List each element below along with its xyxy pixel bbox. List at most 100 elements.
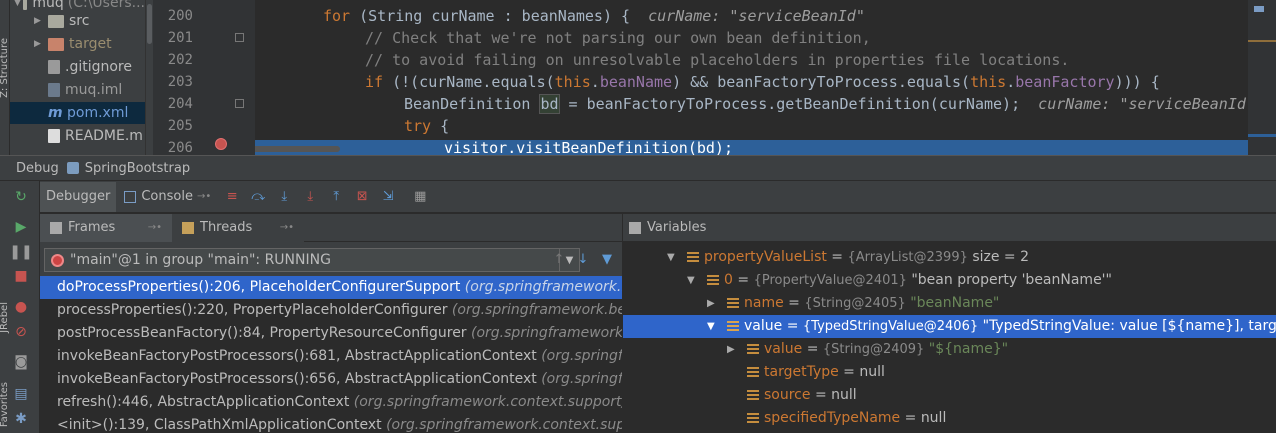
frame-row[interactable]: refresh():446, AbstractApplicationContex…: [40, 391, 622, 414]
chevron-right-icon[interactable]: ▶: [34, 39, 46, 49]
variables-icon: [629, 221, 641, 234]
frame-row[interactable]: invokeBeanFactoryPostProcessors():681, A…: [40, 345, 622, 368]
fold-marker-icon[interactable]: [235, 33, 244, 42]
pin-icon[interactable]: →•: [197, 191, 211, 202]
field-icon: [687, 252, 699, 263]
chevron-down-icon[interactable]: ▼: [667, 246, 679, 269]
previous-frame-icon[interactable]: ↑: [552, 252, 566, 267]
chevron-down-icon[interactable]: ▼: [14, 0, 21, 8]
mute-breakpoints-icon[interactable]: ⊘: [12, 323, 30, 341]
code-line-200: for (String curName : beanNames) { curNa…: [323, 7, 865, 25]
variable-row[interactable]: ▼ propertyValueList = {ArrayList@2399} s…: [623, 246, 1276, 269]
line-number: 202: [167, 52, 193, 68]
chevron-right-icon[interactable]: ▶: [34, 16, 46, 26]
layout-icon[interactable]: ▤: [12, 385, 30, 403]
chevron-down-icon[interactable]: ▼: [687, 269, 699, 292]
editor-error-stripe[interactable]: [1248, 0, 1276, 155]
thread-suspended-icon: [51, 253, 64, 267]
structure-tool-strip[interactable]: Z: Structure: [0, 0, 10, 155]
tree-item-pom[interactable]: m pom.xml: [10, 102, 145, 124]
camera-icon[interactable]: ◙: [12, 353, 30, 371]
filter-icon[interactable]: ▼: [600, 252, 614, 267]
chevron-down-icon[interactable]: ▼: [707, 315, 719, 338]
run-to-cursor-icon[interactable]: ⇲: [379, 188, 397, 206]
execution-line-highlight: [255, 140, 1248, 155]
scrollbar-thumb[interactable]: [147, 4, 152, 44]
evaluate-expression-icon[interactable]: ▦: [411, 188, 429, 206]
gitignore-file-icon: [48, 60, 60, 74]
step-over-icon[interactable]: ⤼: [249, 188, 267, 206]
chevron-right-icon[interactable]: ▶: [707, 292, 719, 315]
step-out-icon[interactable]: ⤒: [327, 188, 345, 206]
tree-item-muq-iml[interactable]: muq.iml: [10, 79, 145, 101]
pause-icon[interactable]: ❚❚: [9, 243, 32, 261]
gear-icon[interactable]: ✱: [12, 410, 30, 428]
execution-marker[interactable]: [1248, 134, 1276, 137]
tab-threads[interactable]: Threads →•: [172, 213, 304, 242]
field-icon: [747, 413, 759, 424]
tab-console[interactable]: Console →•: [118, 182, 217, 212]
jrebel-tool-label[interactable]: JRebel: [0, 302, 10, 333]
frame-row[interactable]: <init>():139, ClassPathXmlApplicationCon…: [40, 414, 622, 433]
resume-icon[interactable]: ▶: [12, 218, 30, 236]
code-line-204: BeanDefinition bd = beanFactoryToProcess…: [404, 93, 1248, 115]
variable-row[interactable]: ▶ name = {String@2405} "beanName": [623, 292, 1276, 315]
frame-row[interactable]: postProcessBeanFactory():84, PropertyRes…: [40, 322, 622, 345]
line-number: 203: [167, 74, 193, 90]
stop-icon[interactable]: ■: [12, 267, 30, 285]
code-editor[interactable]: for (String curName : beanNames) { curNa…: [255, 0, 1248, 155]
field-icon: [747, 367, 759, 378]
markdown-file-icon: [48, 129, 60, 143]
inline-debug-value: curName: "serviceBeanId": [648, 7, 865, 25]
module-folder-icon: [22, 0, 28, 10]
breakpoint-icon[interactable]: [215, 138, 227, 150]
console-icon: [124, 190, 137, 203]
show-execution-point-icon[interactable]: ≡: [223, 188, 241, 206]
tree-scrollbar[interactable]: [145, 0, 153, 155]
warning-marker[interactable]: [1248, 40, 1276, 42]
run-config-tab[interactable]: SpringBootstrap: [66, 161, 190, 176]
field-icon: [747, 344, 759, 355]
tree-item-label: README.m: [65, 128, 143, 144]
project-tree: ▼ muq (C:\Users... ▶ src ▶ target .gitig…: [10, 0, 145, 155]
structure-tool-label[interactable]: Z: Structure: [0, 38, 10, 98]
variable-row[interactable]: source = null: [623, 384, 1276, 407]
debug-title: Debug: [16, 160, 59, 176]
folder-icon: [48, 14, 64, 28]
favorites-tool-label[interactable]: Favorites: [0, 382, 10, 427]
tree-item-src[interactable]: ▶ src: [10, 10, 145, 32]
variable-row[interactable]: ▼ 0 = {PropertyValue@2401} "bean propert…: [623, 269, 1276, 292]
variable-row[interactable]: targetType = null: [623, 361, 1276, 384]
pin-icon[interactable]: →•: [280, 222, 294, 233]
run-config-icon: [66, 162, 79, 174]
code-line-205: try {: [404, 117, 450, 135]
tree-item-target[interactable]: ▶ target: [10, 33, 145, 55]
editor-gutter[interactable]: 200 201 202 203 204 205 206: [153, 0, 255, 156]
tab-debugger[interactable]: Debugger: [40, 181, 117, 212]
field-icon: [727, 321, 739, 332]
variable-row[interactable]: ▶ value = {String@2409} "${name}": [623, 338, 1276, 361]
thread-selector-dropdown[interactable]: "main"@1 in group "main": RUNNING ▼: [44, 248, 580, 272]
step-into-icon[interactable]: ⤓: [275, 188, 293, 206]
frames-list: doProcessProperties():206, PlaceholderCo…: [40, 276, 622, 433]
variable-row[interactable]: specifiedTypeName = null: [623, 407, 1276, 430]
frame-row[interactable]: processProperties():220, PropertyPlaceho…: [40, 299, 622, 322]
view-breakpoints-icon[interactable]: ●: [12, 298, 30, 316]
frame-row[interactable]: invokeBeanFactoryPostProcessors():656, A…: [40, 368, 622, 391]
rerun-icon[interactable]: ↻: [12, 188, 30, 206]
analysis-status-icon[interactable]: [1254, 6, 1264, 12]
frame-row[interactable]: doProcessProperties():206, PlaceholderCo…: [40, 276, 622, 299]
tab-frames[interactable]: Frames →•: [40, 213, 172, 242]
next-frame-icon[interactable]: ↓: [576, 252, 590, 267]
tree-item-gitignore[interactable]: .gitignore: [10, 56, 145, 78]
variable-row-selected[interactable]: ▼ value = {TypedStringValue@2406} "Typed…: [623, 315, 1276, 338]
force-step-into-icon[interactable]: ⤓: [301, 188, 319, 206]
horizontal-scrollbar-thumb[interactable]: [255, 146, 340, 152]
tree-item-readme[interactable]: README.m: [10, 125, 145, 147]
chevron-right-icon[interactable]: ▶: [727, 338, 739, 361]
fold-marker-icon[interactable]: [235, 99, 244, 108]
pin-icon[interactable]: →•: [148, 222, 162, 233]
code-line-203: if (!(curName.equals(this.beanName) && b…: [365, 73, 1160, 91]
inline-debug-value: curName: "serviceBeanId": [1038, 95, 1248, 113]
drop-frame-icon[interactable]: ⊠: [353, 188, 371, 206]
